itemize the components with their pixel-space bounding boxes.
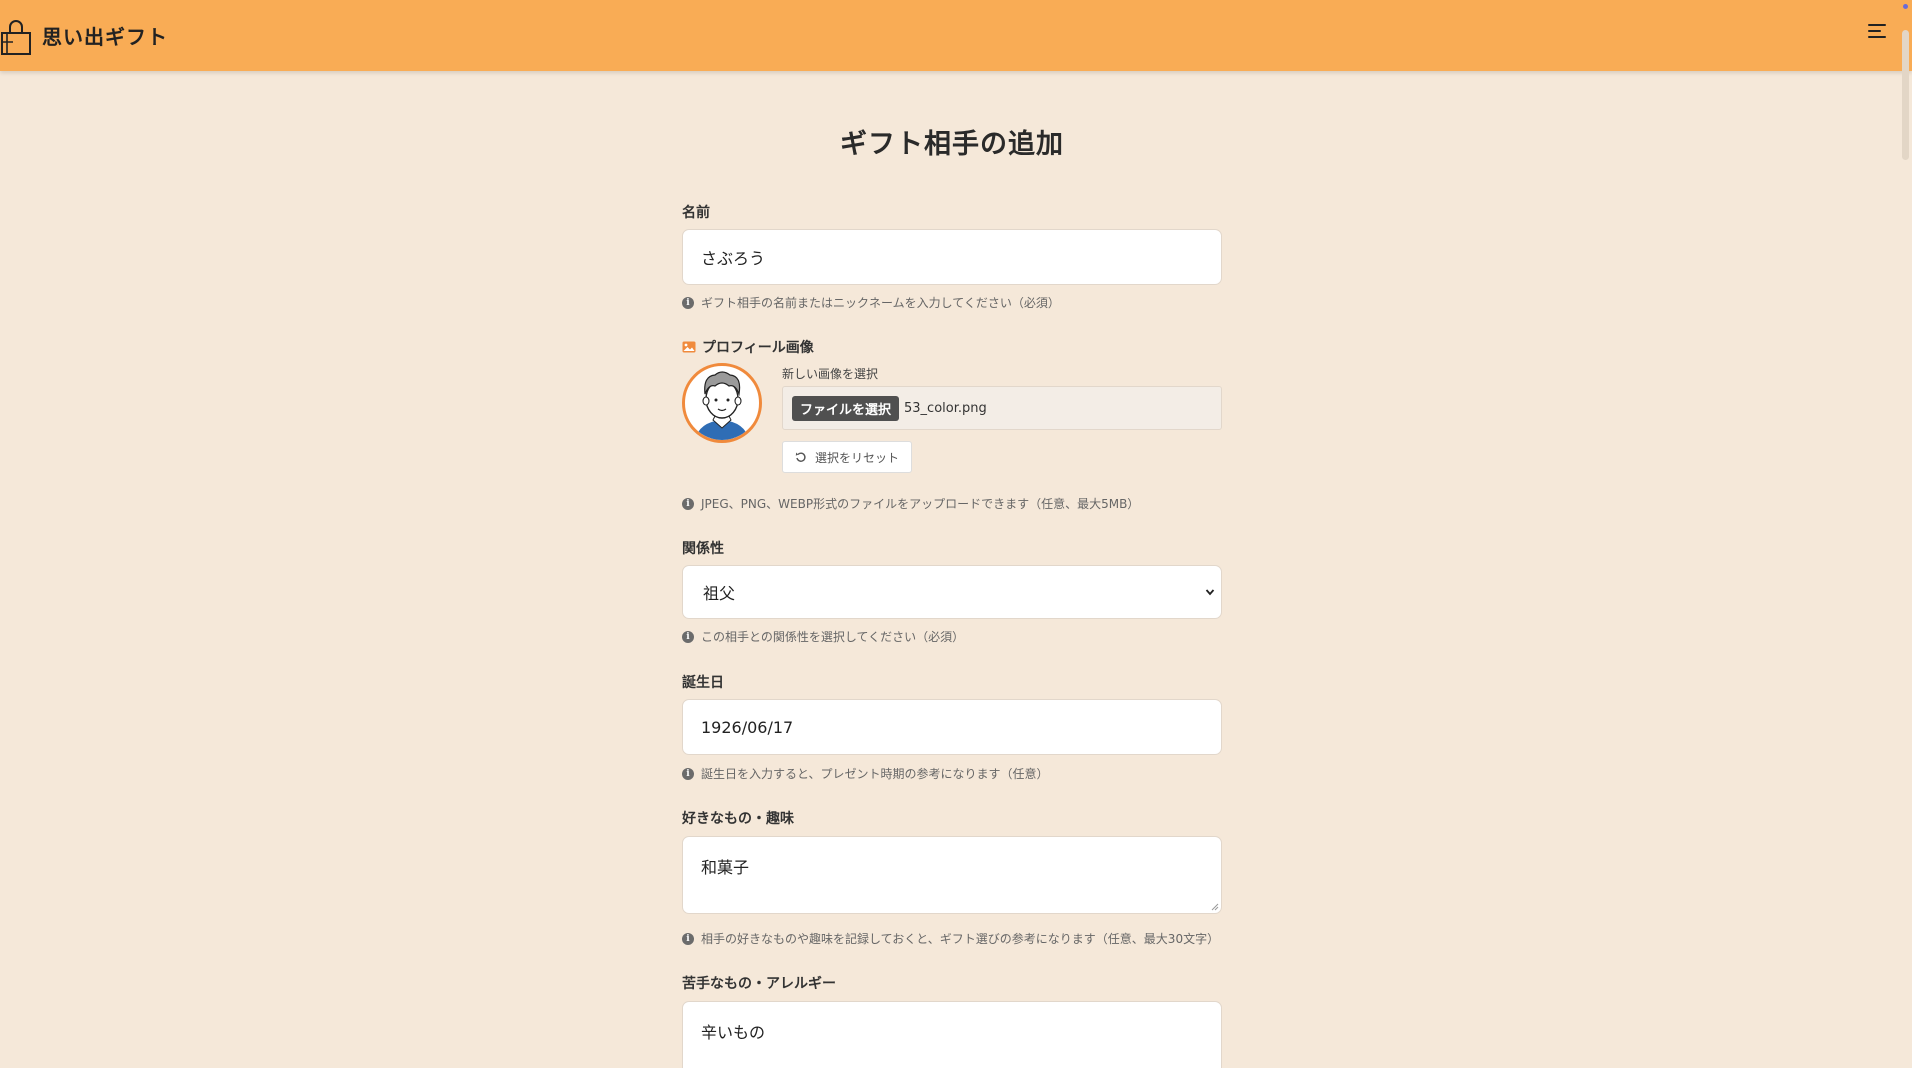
scrollbar-thumb[interactable] xyxy=(1902,30,1909,160)
resize-handle-icon[interactable] xyxy=(1211,903,1219,911)
reset-selection-label: 選択をリセット xyxy=(815,450,900,465)
app-logo[interactable]: 思い出ギフト xyxy=(0,0,168,71)
birthday-label: 誕生日 xyxy=(682,675,724,691)
menu-icon[interactable] xyxy=(1868,24,1888,44)
choose-file-button[interactable]: ファイルを選択 xyxy=(792,395,900,421)
chevron-down-icon xyxy=(1205,589,1215,596)
file-input[interactable]: ファイルを選択 53_color.png xyxy=(782,386,1222,430)
relationship-help: i この相手との関係性を選択してください（必須） xyxy=(682,628,964,645)
likes-label: 好きなもの・趣味 xyxy=(682,811,794,827)
new-image-label: 新しい画像を選択 xyxy=(782,367,879,381)
likes-help-text: 相手の好きなものや趣味を記録しておくと、ギフト選びの参考になります（任意、最大3… xyxy=(701,932,1220,946)
reset-icon xyxy=(795,452,806,462)
birthday-help-text: 誕生日を入力すると、プレゼント時期の参考になります（任意） xyxy=(701,767,1049,781)
name-help: i ギフト相手の名前またはニックネームを入力してください（必須） xyxy=(682,294,1060,311)
info-icon: i xyxy=(682,296,694,309)
likes-textarea-value: 和菓子 xyxy=(701,858,750,877)
avatar xyxy=(682,363,762,443)
app-name: 思い出ギフト xyxy=(42,25,168,49)
likes-help: i 相手の好きなものや趣味を記録しておくと、ギフト選びの参考になります（任意、最… xyxy=(682,930,1219,947)
dislikes-label: 苦手なもの・アレルギー xyxy=(682,976,836,992)
dislikes-textarea[interactable]: 辛いもの xyxy=(682,1001,1222,1068)
reset-selection-button[interactable]: 選択をリセット xyxy=(782,441,913,473)
name-help-text: ギフト相手の名前またはニックネームを入力してください（必須） xyxy=(701,296,1060,310)
avatar-image xyxy=(695,371,749,440)
info-icon: i xyxy=(682,932,694,945)
birthday-help: i 誕生日を入力すると、プレゼント時期の参考になります（任意） xyxy=(682,765,1049,782)
relationship-help-text: この相手との関係性を選択してください（必須） xyxy=(701,630,965,644)
profile-image-help: i JPEG、PNG、WEBP形式のファイルをアップロードできます（任意、最大5… xyxy=(682,495,1139,512)
name-label: 名前 xyxy=(682,205,710,221)
info-icon: i xyxy=(682,767,694,780)
page-title: ギフト相手の追加 xyxy=(840,129,1064,160)
relationship-selected-value: 祖父 xyxy=(703,584,736,603)
relationship-select[interactable]: 祖父 xyxy=(682,565,1222,619)
dislikes-textarea-value: 辛いもの xyxy=(701,1023,766,1042)
birthday-input-value: 1926/06/17 xyxy=(701,717,794,737)
profile-image-label-text: プロフィール画像 xyxy=(702,340,814,356)
relationship-label: 関係性 xyxy=(682,541,724,557)
name-input[interactable]: さぶろう xyxy=(682,229,1222,285)
name-input-value: さぶろう xyxy=(701,249,766,268)
profile-image-help-text: JPEG、PNG、WEBP形式のファイルをアップロードできます（任意、最大5MB… xyxy=(701,497,1140,511)
scrollbar[interactable] xyxy=(1898,0,1912,1068)
file-name: 53_color.png xyxy=(904,400,987,416)
birthday-input[interactable]: 1926/06/17 xyxy=(682,699,1222,755)
image-icon xyxy=(682,341,696,353)
info-icon: i xyxy=(682,630,694,643)
likes-textarea[interactable]: 和菓子 xyxy=(682,836,1222,914)
gift-bag-icon xyxy=(1,19,31,55)
profile-image-label: プロフィール画像 xyxy=(682,337,814,357)
app-header: 思い出ギフト xyxy=(0,0,1912,71)
info-icon: i xyxy=(682,497,694,510)
